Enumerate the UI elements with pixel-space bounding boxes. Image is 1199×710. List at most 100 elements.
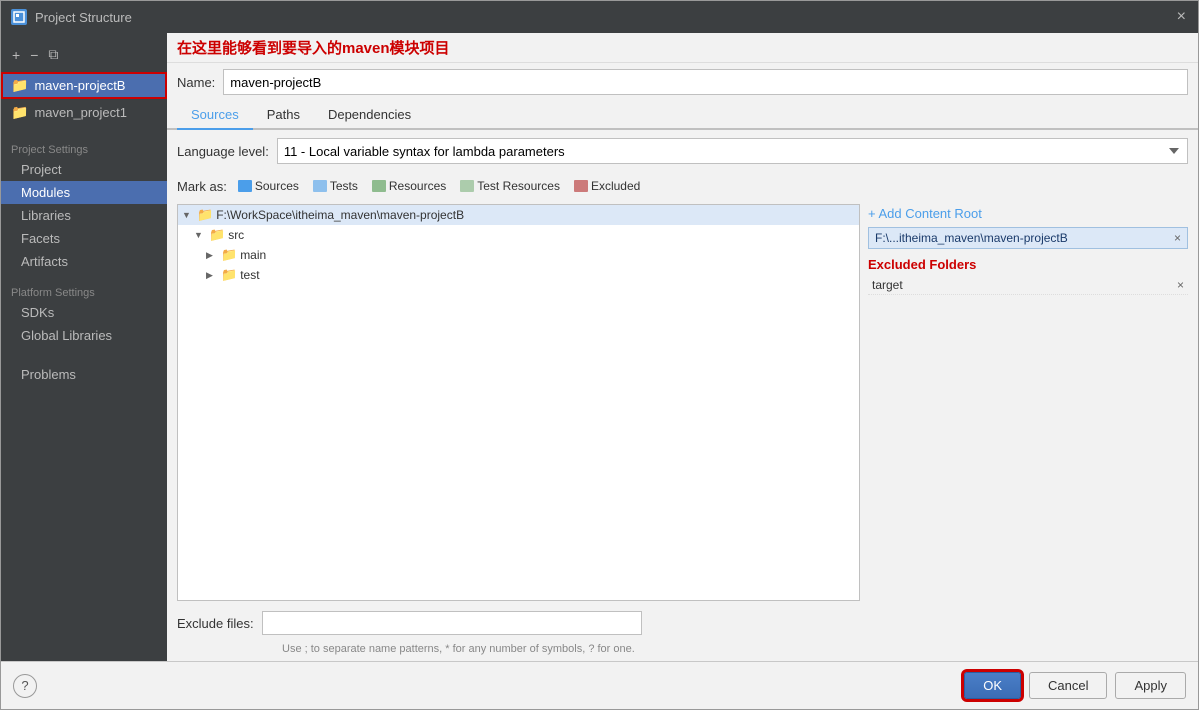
mark-sources-tag[interactable]: Sources bbox=[235, 178, 302, 194]
mark-excluded-tag[interactable]: Excluded bbox=[571, 178, 643, 194]
root-folder-icon: 📁 bbox=[197, 207, 213, 223]
resources-tag-icon bbox=[372, 180, 386, 192]
help-button[interactable]: ? bbox=[13, 674, 37, 698]
copy-module-button[interactable]: ⧉ bbox=[45, 45, 61, 64]
tab-dependencies[interactable]: Dependencies bbox=[314, 101, 425, 130]
app-icon bbox=[11, 9, 27, 25]
sidebar-item-label: Modules bbox=[21, 185, 70, 200]
tree-root-path: F:\WorkSpace\itheima_maven\maven-project… bbox=[216, 208, 464, 222]
module-maven-project1[interactable]: 📁 maven_project1 bbox=[1, 99, 167, 126]
main-folder-icon: 📁 bbox=[221, 247, 237, 263]
excluded-folders-title: Excluded Folders bbox=[868, 257, 1188, 272]
tree-test-item[interactable]: ▶ 📁 test bbox=[202, 265, 859, 285]
sidebar-item-global-libraries[interactable]: Global Libraries bbox=[1, 324, 167, 347]
sidebar-item-project[interactable]: Project bbox=[1, 158, 167, 181]
module-name: maven-projectB bbox=[34, 78, 125, 93]
test-resources-tag-icon bbox=[460, 180, 474, 192]
sources-tag-label: Sources bbox=[255, 179, 299, 193]
sidebar-item-label: Facets bbox=[21, 231, 60, 246]
excluded-target-item: target × bbox=[868, 276, 1188, 295]
tab-sources[interactable]: Sources bbox=[177, 101, 253, 130]
add-content-root-button[interactable]: + Add Content Root bbox=[868, 204, 1188, 223]
cancel-button[interactable]: Cancel bbox=[1029, 672, 1107, 699]
sidebar-item-modules[interactable]: Modules bbox=[1, 181, 167, 204]
lang-level-label: Language level: bbox=[177, 144, 269, 159]
excluded-item-close-button[interactable]: × bbox=[1177, 278, 1184, 292]
tabs-bar: Sources Paths Dependencies bbox=[167, 101, 1198, 130]
title-bar: Project Structure × bbox=[1, 1, 1198, 33]
content-root-item: F:\...itheima_maven\maven-projectB × bbox=[868, 227, 1188, 249]
dialog-title: Project Structure bbox=[35, 10, 132, 25]
tree-root-item[interactable]: ▼ 📁 F:\WorkSpace\itheima_maven\maven-pro… bbox=[178, 205, 859, 225]
sidebar-item-label: Global Libraries bbox=[21, 328, 112, 343]
sidebar-item-label: SDKs bbox=[21, 305, 54, 320]
name-row: Name: bbox=[167, 63, 1198, 101]
sidebar-item-facets[interactable]: Facets bbox=[1, 227, 167, 250]
tests-tag-label: Tests bbox=[330, 179, 358, 193]
add-module-button[interactable]: + bbox=[9, 46, 23, 64]
sidebar-item-problems[interactable]: Problems bbox=[1, 363, 167, 386]
chevron-down-icon: ▼ bbox=[182, 210, 194, 220]
right-panel: + Add Content Root F:\...itheima_maven\m… bbox=[868, 204, 1188, 601]
name-input[interactable] bbox=[223, 69, 1188, 95]
bottom-right-buttons: OK Cancel Apply bbox=[964, 672, 1186, 699]
content-root-path: F:\...itheima_maven\maven-projectB bbox=[875, 231, 1068, 245]
main-content: 在这里能够看到要导入的maven模块项目 Name: Sources Paths… bbox=[167, 33, 1198, 661]
annotation-bar: 在这里能够看到要导入的maven模块项目 bbox=[167, 33, 1198, 63]
exclude-files-input[interactable] bbox=[262, 611, 642, 635]
tests-tag-icon bbox=[313, 180, 327, 192]
module-maven-projectb[interactable]: 📁 maven-projectB bbox=[1, 72, 167, 99]
lang-level-select[interactable]: 11 - Local variable syntax for lambda pa… bbox=[277, 138, 1188, 164]
test-folder-icon: 📁 bbox=[221, 267, 237, 283]
folder-icon: 📁 bbox=[11, 77, 28, 94]
sidebar: + − ⧉ 📁 maven-projectB 📁 maven_project1 … bbox=[1, 33, 167, 661]
bottom-bar: ? OK Cancel Apply bbox=[1, 661, 1198, 709]
project-structure-dialog: Project Structure × + − ⧉ 📁 maven-projec… bbox=[0, 0, 1199, 710]
tree-src-item[interactable]: ▼ 📁 src bbox=[190, 225, 859, 245]
mark-resources-tag[interactable]: Resources bbox=[369, 178, 449, 194]
tab-paths[interactable]: Paths bbox=[253, 101, 314, 130]
apply-button[interactable]: Apply bbox=[1115, 672, 1186, 699]
sidebar-item-sdks[interactable]: SDKs bbox=[1, 301, 167, 324]
module-toolbar: + − ⧉ bbox=[1, 41, 167, 68]
project-settings-header: Project Settings bbox=[1, 138, 167, 158]
mark-tests-tag[interactable]: Tests bbox=[310, 178, 361, 194]
exclude-hint-text: Use ; to separate name patterns, * for a… bbox=[282, 643, 635, 655]
title-bar-left: Project Structure bbox=[11, 9, 132, 25]
content-root-close-button[interactable]: × bbox=[1174, 231, 1181, 245]
exclude-files-label: Exclude files: bbox=[177, 616, 254, 631]
exclude-files-row: Exclude files: bbox=[167, 605, 1198, 641]
sidebar-item-artifacts[interactable]: Artifacts bbox=[1, 250, 167, 273]
folder-icon: 📁 bbox=[11, 104, 28, 121]
sidebar-item-label: Libraries bbox=[21, 208, 71, 223]
tree-test-name: test bbox=[240, 268, 259, 282]
chevron-down-icon: ▼ bbox=[194, 230, 206, 240]
mark-as-label: Mark as: bbox=[177, 179, 227, 194]
resources-tag-label: Resources bbox=[389, 179, 446, 193]
split-content: ▼ 📁 F:\WorkSpace\itheima_maven\maven-pro… bbox=[167, 200, 1198, 605]
sidebar-item-label: Problems bbox=[21, 367, 76, 382]
remove-module-button[interactable]: − bbox=[27, 46, 41, 64]
module-name: maven_project1 bbox=[34, 105, 127, 120]
sidebar-item-libraries[interactable]: Libraries bbox=[1, 204, 167, 227]
chevron-right-icon: ▶ bbox=[206, 250, 218, 261]
test-resources-tag-label: Test Resources bbox=[477, 179, 560, 193]
ok-button[interactable]: OK bbox=[964, 672, 1021, 699]
platform-settings-header: Platform Settings bbox=[1, 281, 167, 301]
file-tree-panel: ▼ 📁 F:\WorkSpace\itheima_maven\maven-pro… bbox=[177, 204, 860, 601]
exclude-hint: Use ; to separate name patterns, * for a… bbox=[167, 641, 1198, 661]
excluded-folders-section: Excluded Folders target × bbox=[868, 257, 1188, 295]
tree-main-name: main bbox=[240, 248, 266, 262]
lang-level-row: Language level: 11 - Local variable synt… bbox=[167, 130, 1198, 172]
tree-src-name: src bbox=[228, 228, 244, 242]
annotation-text: 在这里能够看到要导入的maven模块项目 bbox=[177, 40, 450, 57]
chevron-right-icon: ▶ bbox=[206, 270, 218, 281]
sidebar-item-label: Artifacts bbox=[21, 254, 68, 269]
dialog-body: + − ⧉ 📁 maven-projectB 📁 maven_project1 … bbox=[1, 33, 1198, 661]
close-button[interactable]: × bbox=[1175, 8, 1188, 26]
mark-test-resources-tag[interactable]: Test Resources bbox=[457, 178, 563, 194]
tree-main-item[interactable]: ▶ 📁 main bbox=[202, 245, 859, 265]
excluded-item-name: target bbox=[872, 278, 903, 292]
name-label: Name: bbox=[177, 75, 215, 90]
excluded-tag-label: Excluded bbox=[591, 179, 640, 193]
